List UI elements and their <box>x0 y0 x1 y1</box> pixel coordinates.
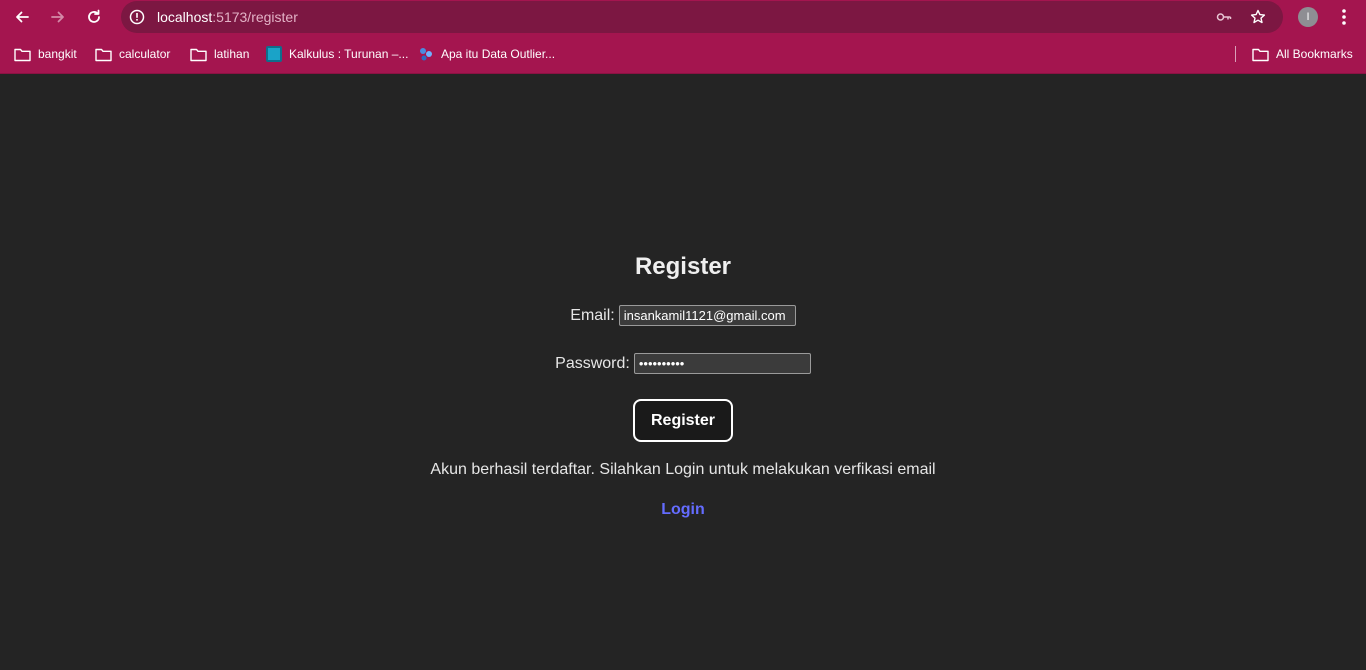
bookmark-label: calculator <box>119 47 171 61</box>
all-bookmarks-label: All Bookmarks <box>1276 47 1353 61</box>
arrow-left-icon <box>16 11 29 23</box>
email-field[interactable] <box>618 305 796 326</box>
url-host: localhost <box>157 9 213 25</box>
arrow-right-icon <box>51 11 64 23</box>
password-row: Password: <box>0 353 1366 374</box>
register-button[interactable]: Register <box>633 399 733 442</box>
key-icon[interactable] <box>1216 9 1232 25</box>
password-field[interactable] <box>633 353 811 374</box>
url-path: :5173/register <box>212 9 298 25</box>
folder-icon <box>1252 48 1269 61</box>
bookmark-kalkulus[interactable]: Kalkulus : Turunan –... <box>266 44 408 64</box>
success-message: Akun berhasil terdaftar. Silahkan Login … <box>430 461 936 478</box>
bookmark-data-outlier[interactable]: Apa itu Data Outlier... <box>418 44 555 64</box>
site-info-icon[interactable] <box>129 9 145 25</box>
url-text: localhost:5173/register <box>157 9 298 25</box>
page-content: Register Email: Password: Register Akun … <box>0 75 1366 670</box>
reload-button[interactable] <box>82 5 106 29</box>
kebab-menu-icon <box>1342 9 1346 25</box>
bookmark-label: bangkit <box>38 47 77 61</box>
forward-button[interactable] <box>46 5 70 29</box>
folder-icon <box>190 48 207 61</box>
bookmarks-separator <box>1235 46 1236 62</box>
all-bookmarks-button[interactable]: All Bookmarks <box>1252 44 1353 64</box>
login-link[interactable]: Login <box>661 501 705 518</box>
page-title: Register <box>634 253 732 280</box>
login-row: Login <box>0 501 1366 519</box>
bookmark-latihan[interactable]: latihan <box>190 44 249 64</box>
email-row: Email: <box>0 305 1366 326</box>
star-icon[interactable] <box>1250 9 1266 25</box>
kalkulus-favicon <box>266 46 282 62</box>
back-button[interactable] <box>10 5 34 29</box>
password-label: Password: <box>555 354 630 372</box>
bookmark-calculator[interactable]: calculator <box>95 44 170 64</box>
bookmark-label: latihan <box>214 47 250 61</box>
bookmark-bangkit[interactable]: bangkit <box>14 44 77 64</box>
bookmark-label: Apa itu Data Outlier... <box>441 47 556 61</box>
email-label: Email: <box>570 306 615 324</box>
profile-avatar[interactable]: I <box>1298 7 1318 27</box>
folder-icon <box>14 48 31 61</box>
address-bar[interactable]: localhost:5173/register <box>121 1 1283 33</box>
reload-icon <box>88 9 100 23</box>
outlier-favicon <box>420 48 432 61</box>
browser-menu-button[interactable] <box>1334 5 1354 29</box>
bookmarks-bar: bangkit calculator latihan Kalkulus : Tu… <box>0 34 1366 74</box>
folder-icon <box>95 48 112 61</box>
browser-toolbar: localhost:5173/register I <box>0 0 1366 34</box>
bookmark-label: Kalkulus : Turunan –... <box>289 47 409 61</box>
